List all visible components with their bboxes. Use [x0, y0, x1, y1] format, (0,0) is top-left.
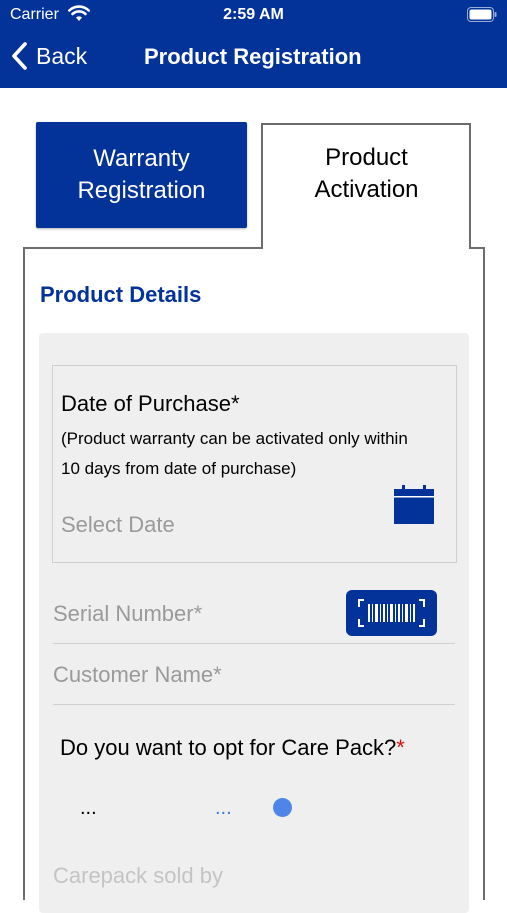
chevron-left-icon	[12, 42, 27, 70]
section-title: Product Details	[40, 282, 202, 307]
tab-product-activation[interactable]: Product Activation	[264, 142, 469, 206]
customer-name-divider	[53, 704, 455, 705]
clock: 2:59 AM	[223, 6, 284, 23]
carepack-sold-by-input[interactable]: Carepack sold by	[53, 863, 223, 889]
barcode-icon	[358, 599, 425, 627]
carepack-question: Do you want to opt for Care Pack?*	[60, 735, 405, 761]
back-button[interactable]: Back	[10, 40, 87, 72]
back-label: Back	[36, 42, 88, 69]
date-of-purchase-label: Date of Purchase*	[61, 391, 240, 416]
tab-activation-label-line2: Activation	[314, 176, 419, 203]
calendar-icon[interactable]	[393, 485, 435, 525]
select-date-field[interactable]: Select Date	[61, 512, 175, 538]
carepack-option-yes[interactable]: ...	[80, 797, 97, 820]
carepack-question-text: Do you want to opt for Care Pack?	[60, 735, 397, 760]
tab-warranty-registration[interactable]: Warranty Registration	[36, 122, 247, 228]
nav-header: Carrier 2:59 AM Back Product Registratio…	[0, 0, 507, 88]
barcode-scan-button[interactable]	[346, 590, 437, 636]
status-bar: Carrier 2:59 AM	[0, 0, 507, 30]
serial-number-divider	[53, 643, 455, 644]
customer-name-input[interactable]: Customer Name*	[53, 662, 222, 688]
tab-warranty-label-line1: Warranty	[93, 145, 190, 172]
tab-activation-label-line1: Product	[325, 144, 408, 171]
battery-icon	[467, 7, 497, 22]
date-of-purchase-note: (Product warranty can be activated only …	[61, 429, 408, 478]
required-mark: *	[396, 735, 405, 760]
tab-warranty-label-line2: Registration	[77, 177, 206, 204]
page-title: Product Registration	[144, 44, 362, 69]
radio-button-selected[interactable]	[273, 798, 292, 817]
carepack-option-no[interactable]: ...	[215, 797, 232, 820]
serial-number-input[interactable]: Serial Number*	[53, 601, 202, 627]
